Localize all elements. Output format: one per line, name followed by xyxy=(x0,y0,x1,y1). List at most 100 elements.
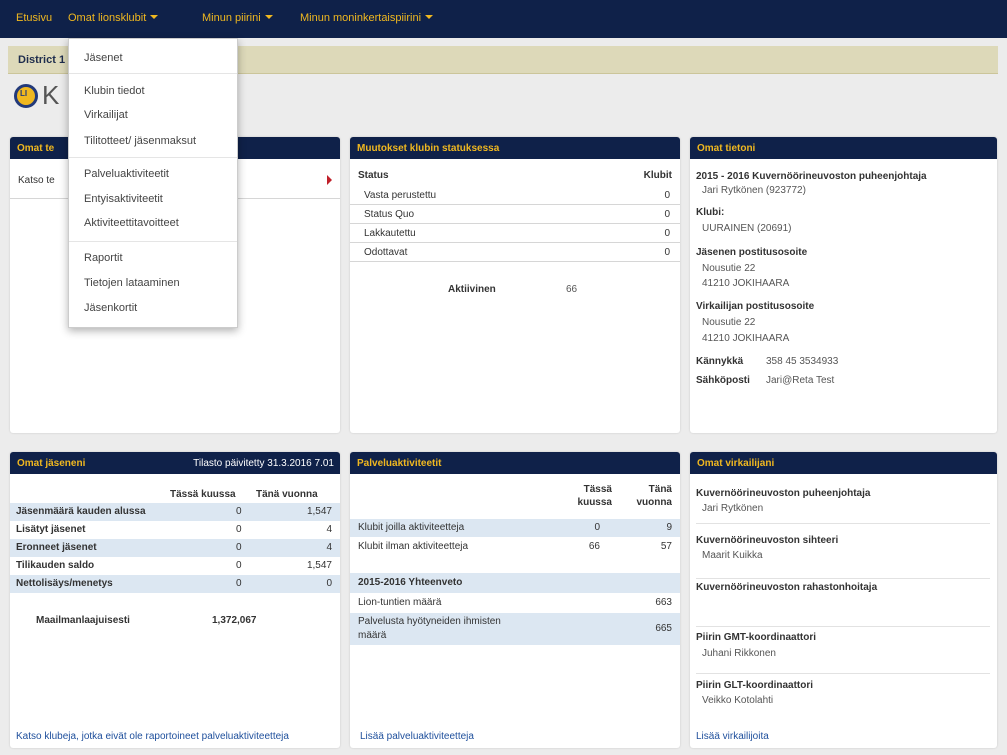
table-row: Palvelusta hyötyneiden ihmisten määrä 66… xyxy=(350,613,680,645)
status-label: Odottavat xyxy=(364,247,408,258)
panel-info-header: Omat tietoni xyxy=(690,137,997,159)
table-row: Tilikauden saldo 0 1,547 xyxy=(10,557,340,575)
worldwide-value: 1,372,067 xyxy=(212,615,257,626)
row-label: Eronneet jäsenet xyxy=(16,542,97,553)
clubs-column-header: Klubit xyxy=(643,170,672,181)
row-label: Lisätyt jäsenet xyxy=(16,524,86,535)
service-header-row: Tässä kuussa Tänä vuonna xyxy=(350,484,680,514)
unreported-clubs-link[interactable]: Katso klubeja, jotka eivät ole raportoin… xyxy=(16,731,289,742)
panel-members-header: Omat jäseneni Tilasto päivitetty 31.3.20… xyxy=(10,452,340,474)
club-value: UURAINEN (20691) xyxy=(702,223,792,234)
people-value: 665 xyxy=(655,623,672,634)
menu-divider xyxy=(69,241,237,242)
menu-item-members[interactable]: Jäsenet xyxy=(84,52,123,64)
panel-my-members: Omat jäseneni Tilasto päivitetty 31.3.20… xyxy=(10,452,340,748)
row-label: Klubit ilman aktiviteetteja xyxy=(358,541,469,552)
status-value: 0 xyxy=(664,209,670,220)
nav-multiple-district-menu[interactable]: Minun moninkertaispiirini xyxy=(300,12,434,24)
top-navigation: Etusivu Omat lionsklubit Minun piirini M… xyxy=(0,0,1007,38)
member-name: Jari Rytkönen (923772) xyxy=(702,185,806,196)
table-row: Klubit ilman aktiviteetteja 66 57 xyxy=(350,538,680,556)
stats-updated-label: Tilasto päivitetty 31.3.2016 7.01 xyxy=(193,458,334,469)
status-value: 0 xyxy=(664,190,670,201)
row-year-value: 0 xyxy=(326,578,332,589)
row-year-value: 4 xyxy=(326,524,332,535)
role-title: 2015 - 2016 Kuvernöörineuvoston puheenjo… xyxy=(696,171,927,182)
chevron-down-icon xyxy=(425,15,434,19)
nav-clubs-menu[interactable]: Omat lionsklubit xyxy=(68,12,159,24)
this-year-header-1: Tänä xyxy=(648,484,672,495)
nav-home-link[interactable]: Etusivu xyxy=(16,12,52,24)
menu-item-statements[interactable]: Tilitotteet/ jäsenmaksut xyxy=(84,135,196,147)
mobile-value: 358 45 3534933 xyxy=(766,356,839,367)
row-year-value: 1,547 xyxy=(306,560,332,571)
member-address-line2: 41210 JOKIHAARA xyxy=(702,278,790,289)
row-month-value: 0 xyxy=(236,560,242,571)
status-header-row: Status Klubit xyxy=(350,167,680,185)
menu-item-club-info[interactable]: Klubin tiedot xyxy=(84,85,145,97)
row-month-value: 0 xyxy=(236,542,242,553)
table-row: Nettolisäys/menetys 0 0 xyxy=(10,575,340,593)
status-column-header: Status xyxy=(358,170,389,181)
panel-my-info: Omat tietoni 2015 - 2016 Kuvernöörineuvo… xyxy=(690,137,997,433)
menu-item-officers[interactable]: Virkailijat xyxy=(84,109,128,121)
hours-label: Lion-tuntien määrä xyxy=(358,597,442,608)
row-label: Tilikauden saldo xyxy=(16,560,95,571)
add-officers-link[interactable]: Lisää virkailijoita xyxy=(696,731,769,742)
row-month-value: 0 xyxy=(236,578,242,589)
row-month-value: 0 xyxy=(236,524,242,535)
menu-item-data-download[interactable]: Tietojen lataaminen xyxy=(84,277,180,289)
officer-role: Kuvernöörineuvoston rahastonhoitaja xyxy=(696,582,878,593)
row-year-value: 57 xyxy=(660,541,672,552)
page-title: K xyxy=(42,80,60,110)
menu-item-member-cards[interactable]: Jäsenkortit xyxy=(84,302,137,314)
status-value: 0 xyxy=(664,228,670,239)
menu-item-activity-goals[interactable]: Aktiviteettitavoitteet xyxy=(84,217,179,229)
panel-members-title: Omat jäseneni xyxy=(17,458,86,469)
chevron-down-icon xyxy=(150,15,159,19)
add-service-activities-link[interactable]: Lisää palveluaktiviteetteja xyxy=(360,731,474,742)
lions-logo-icon: LI xyxy=(14,84,38,108)
table-row: Klubit joilla aktiviteetteja 0 9 xyxy=(350,519,680,537)
this-month-header-1: Tässä xyxy=(583,484,612,495)
table-row: Lisätyt jäsenet 0 4 xyxy=(10,521,340,539)
arrow-right-icon[interactable] xyxy=(327,175,332,185)
task-row-text: Katso te xyxy=(18,175,55,186)
table-row: Lion-tuntien määrä 663 xyxy=(350,594,680,612)
officer-address-label: Virkailijan postitusosoite xyxy=(696,301,815,312)
status-label: Status Quo xyxy=(364,209,415,220)
officer-address-line2: 41210 JOKIHAARA xyxy=(702,333,790,344)
worldwide-label: Maailmanlaajuisesti xyxy=(36,615,130,626)
panel-status-changes: Muutokset klubin statuksessa Status Klub… xyxy=(350,137,680,433)
nav-district-menu[interactable]: Minun piirini xyxy=(202,12,273,24)
mobile-label: Kännykkä xyxy=(696,356,744,367)
clubs-dropdown-menu: Jäsenet Klubin tiedot Virkailijat Tilito… xyxy=(68,38,238,328)
officer-role: Kuvernöörineuvoston sihteeri xyxy=(696,535,839,546)
menu-divider xyxy=(69,157,237,158)
active-value: 66 xyxy=(566,284,578,295)
club-label: Klubi: xyxy=(696,207,725,218)
menu-item-service-activities[interactable]: Palveluaktiviteetit xyxy=(84,168,169,180)
hours-value: 663 xyxy=(655,597,672,608)
status-label: Vasta perustettu xyxy=(364,190,437,201)
officer-role: Piirin GLT-koordinaattori xyxy=(696,680,814,691)
status-value: 0 xyxy=(664,247,670,258)
table-row: Jäsenmäärä kauden alussa 0 1,547 xyxy=(10,503,340,521)
table-row: Odottavat 0 xyxy=(350,244,680,262)
active-label: Aktiivinen xyxy=(448,284,496,295)
member-address-label: Jäsenen postitusosoite xyxy=(696,247,808,258)
this-year-header-2: vuonna xyxy=(636,497,672,508)
people-label-line1: Palvelusta hyötyneiden ihmisten xyxy=(358,616,501,627)
row-month-value: 0 xyxy=(594,522,600,533)
chevron-down-icon xyxy=(264,15,273,19)
row-label: Nettolisäys/menetys xyxy=(16,578,113,589)
panel-service-header: Palveluaktiviteetit xyxy=(350,452,680,474)
menu-divider xyxy=(69,73,237,74)
panel-service-activities: Palveluaktiviteetit Tässä kuussa Tänä vu… xyxy=(350,452,680,748)
status-label: Lakkautettu xyxy=(364,228,416,239)
district-label: District 1 xyxy=(18,54,66,66)
row-month-value: 0 xyxy=(236,506,242,517)
menu-item-special-activities[interactable]: Entyisaktiviteetit xyxy=(84,193,163,205)
menu-item-reports[interactable]: Raportit xyxy=(84,252,123,264)
this-month-header-2: kuussa xyxy=(577,497,612,508)
